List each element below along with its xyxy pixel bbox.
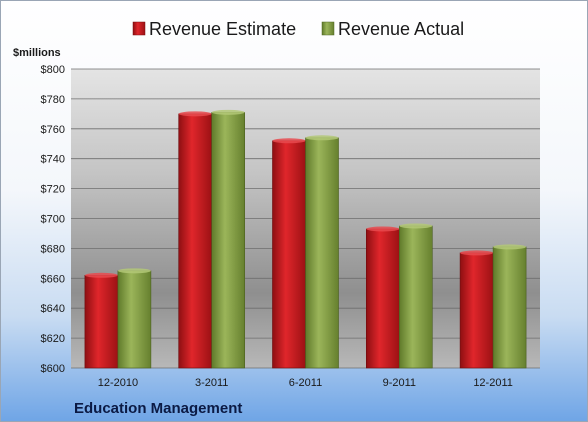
y-tick-label: $760 [41, 124, 65, 136]
y-tick-label: $700 [41, 214, 65, 226]
bar-revenue-estimate-cap [460, 250, 494, 256]
bar-revenue-estimate [84, 275, 119, 369]
legend-swatch-estimate [132, 21, 146, 36]
legend: Revenue Estimate Revenue Actual [132, 19, 464, 39]
bar-revenue-estimate-cap [366, 226, 400, 232]
y-unit-label: $millions [13, 47, 61, 59]
bar-revenue-estimate-cap [178, 111, 212, 117]
y-tick-label: $660 [41, 273, 65, 285]
bar-revenue-estimate [272, 140, 306, 369]
bar-revenue-actual-cap [211, 109, 245, 115]
bar-revenue-actual-cap [117, 268, 151, 274]
bar-revenue-actual [305, 137, 339, 369]
x-tick-label: 12-2010 [98, 377, 138, 389]
y-axis-tick-labels: $600 $620 $640 $660 $680 $700 $720 $740 $760 $780… [41, 64, 65, 375]
x-tick-label: 3-2011 [195, 377, 228, 389]
x-axis-tick-labels: 12-2010 3-2011 6-2011 9-2011 12-2011 [98, 377, 513, 389]
x-tick-label: 9-2011 [383, 377, 416, 389]
bar-revenue-actual [117, 270, 152, 369]
y-tick-label: $720 [41, 184, 65, 196]
y-tick-label: $680 [41, 243, 65, 255]
y-tick-label: $740 [41, 154, 65, 166]
chart-frame: Revenue Estimate Revenue Actual $million… [0, 0, 588, 422]
bar-revenue-estimate-cap [272, 138, 306, 144]
bar-revenue-actual-cap [399, 223, 433, 229]
y-tick-label: $800 [41, 64, 65, 76]
legend-label-actual: Revenue Actual [338, 19, 464, 39]
bar-revenue-actual [211, 112, 245, 369]
legend-label-estimate: Revenue Estimate [149, 19, 296, 39]
bar-revenue-estimate [365, 228, 400, 369]
bar-revenue-estimate-cap [84, 272, 118, 278]
bar-revenue-actual [398, 225, 433, 369]
y-tick-label: $780 [41, 94, 65, 106]
bar-revenue-estimate [178, 113, 212, 369]
bar-revenue-actual [492, 246, 527, 369]
x-tick-label: 6-2011 [289, 377, 322, 389]
legend-swatch-actual [321, 21, 335, 36]
company-name: Education Management [74, 400, 242, 417]
bar-revenue-actual-cap [305, 135, 339, 141]
bar-chart: Revenue Estimate Revenue Actual $million… [13, 19, 540, 417]
x-tick-label: 12-2011 [473, 377, 513, 389]
y-tick-label: $620 [41, 333, 65, 345]
bar-revenue-estimate [459, 252, 494, 369]
y-tick-label: $600 [41, 363, 65, 375]
y-tick-label: $640 [41, 303, 65, 315]
bar-revenue-actual-cap [493, 244, 527, 250]
